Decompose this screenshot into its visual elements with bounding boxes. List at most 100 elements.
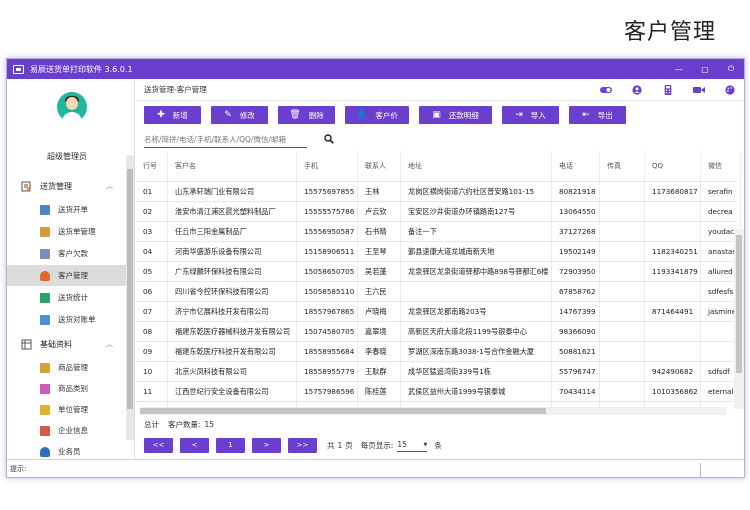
first-page-button[interactable]: << (144, 437, 173, 453)
sidebar-item-arrears[interactable]: 客户欠款 (7, 243, 127, 264)
column-header[interactable]: 行号 (136, 151, 168, 181)
table-cell (600, 262, 645, 281)
customer-icon (40, 270, 50, 281)
table-cell: 山东承轩瑞门业有限公司 (168, 182, 297, 201)
sidebar-item-salesperson[interactable]: 业务员 (7, 441, 127, 459)
table-row[interactable]: 02 淮安市清江浦区晨光塑料制品厂 15555575786 卢云钦 宝安区沙井街道办环镇… (136, 201, 741, 221)
sidebar-item-statement[interactable]: 送货对账单 (7, 309, 127, 330)
customer-price-button[interactable]: 👤 客户价 (345, 106, 409, 124)
chevron-up-icon[interactable]: ︿ (106, 181, 113, 191)
sidebar-group-delivery[interactable]: 送货管理 ︿ (7, 175, 127, 197)
statement-icon (40, 314, 50, 325)
table-cell (600, 302, 645, 321)
table-cell: 02 (136, 202, 168, 221)
table-row[interactable]: 04 河南华盛游乐设备有限公司 15158906511 王至琴 鄞县速康大道龙城南新天地… (136, 241, 741, 261)
add-button[interactable]: ✚ 新增 (144, 106, 201, 124)
user-name: 超级管理员 (47, 152, 87, 161)
table-cell (600, 342, 645, 361)
search-input[interactable] (144, 132, 307, 148)
calculator-icon[interactable] (662, 84, 674, 95)
sidebar-item-delivery-list[interactable]: 送货单管理 (7, 221, 127, 242)
summary-total-label: 总计 (144, 419, 159, 429)
table-cell: 鄞县速康大道龙城南新天地 (401, 242, 552, 261)
table-cell: 王林 (358, 182, 401, 201)
document-edit-icon (21, 181, 32, 191)
table-row[interactable]: 05 广东绿麟环保科技有限公司 15058650705 吴若蓬 龙泉驿区龙泉街道驿都中路… (136, 261, 741, 281)
sidebar-item-statistics[interactable]: 送货统计 (7, 287, 127, 308)
table-cell (645, 222, 701, 241)
column-header[interactable]: 联系人 (358, 151, 401, 181)
table-cell: 石书晴 (358, 222, 401, 241)
table-cell: 18558955779 (297, 362, 358, 381)
close-button[interactable]: ⏻ (718, 59, 744, 79)
table-row[interactable]: 10 北京火凤科技有限公司 18558955779 王耿群 成华区猛追湾街339号1栋 5… (136, 361, 741, 381)
table-cell: 15058650705 (297, 262, 358, 281)
sidebar-item-company[interactable]: 企业信息 (7, 420, 127, 441)
column-header[interactable]: QQ (645, 151, 701, 181)
per-page-select[interactable]: 15 ▼ (397, 439, 428, 452)
column-header[interactable]: 地址 (401, 151, 552, 181)
sidebar-item-delivery-create[interactable]: 送货开单 (7, 199, 127, 220)
column-header[interactable]: 微信 (701, 151, 741, 181)
chevron-up-icon[interactable]: ︿ (106, 339, 113, 349)
column-header[interactable]: 客户名 (168, 151, 297, 181)
table-cell: 高新区天府大道北段1199号银泰中心 (401, 322, 552, 341)
sidebar-item-customers[interactable]: 客户管理 (7, 265, 127, 286)
sidebar-group-base-data[interactable]: 基础资料 ︿ (7, 333, 127, 355)
sidebar-item-categories[interactable]: 商品类别 (7, 378, 127, 399)
table-cell: 龙泉驿区龙都南路203号 (401, 302, 552, 321)
total-pages-prefix: 共 (327, 440, 335, 450)
next-page-button[interactable]: > (252, 437, 281, 453)
window-title: 易辰送货单打印软件 3.6.0.1 (30, 64, 133, 74)
puzzle-icon (40, 404, 50, 415)
table-cell (600, 282, 645, 301)
table-row[interactable]: 08 福建东乾医疗器械科技开发有限公司 15074580705 嘉翠境 高新区天府大道北… (136, 321, 741, 341)
maximize-button[interactable]: ▢ (692, 59, 718, 79)
table-row[interactable]: 09 福建东乾医疗科技开发有限公司 18558955684 李春晓 罗湖区深南东路303… (136, 341, 741, 361)
current-page-button[interactable]: 1 (216, 437, 245, 453)
table-vertical-scrollbar[interactable] (734, 229, 744, 409)
prev-page-button[interactable]: < (180, 437, 209, 453)
column-header[interactable]: 传真 (600, 151, 645, 181)
edit-button[interactable]: ✎ 修改 (211, 106, 268, 124)
table-cell: 1010356862 (645, 382, 701, 401)
customer-table: 行号 客户名 手机 联系人 地址 电话 传真 QQ 微信 01 山东承轩瑞门业有限… (136, 151, 744, 409)
table-cell: 宝安区沙井街道办环镇路南127号 (401, 202, 552, 221)
sidebar-item-products[interactable]: 商品管理 (7, 357, 127, 378)
column-header[interactable]: 电话 (552, 151, 600, 181)
palette-icon[interactable] (724, 84, 736, 95)
toggle-icon[interactable] (600, 85, 612, 95)
minimize-button[interactable]: — (666, 59, 692, 79)
last-page-button[interactable]: >> (288, 437, 317, 453)
table-cell (645, 342, 701, 361)
table-row[interactable]: 07 济宁市亿展科技开发有限公司 18557967865 卢晓梅 龙泉驿区龙都南路203… (136, 301, 741, 321)
repayment-detail-button[interactable]: ▣ 还款明细 (419, 106, 492, 124)
table-cell: 15556950587 (297, 222, 358, 241)
sidebar-scrollbar[interactable] (126, 155, 134, 440)
import-button[interactable]: ⇥ 导入 (502, 106, 559, 124)
delete-button[interactable]: 🗑 删除 (278, 106, 335, 124)
column-header[interactable]: 手机 (297, 151, 358, 181)
user-icon[interactable] (631, 84, 643, 95)
table-row[interactable]: 03 任丘市三阳金属制品厂 15556950587 石书晴 备注一下 37127268 yo… (136, 221, 741, 241)
table-cell: 70434114 (552, 382, 600, 401)
table-cell: 15074580705 (297, 322, 358, 341)
table-row[interactable]: 01 山东承轩瑞门业有限公司 15575697855 王林 龙岗区横岗街道六约社区普安路… (136, 181, 741, 201)
grid-list-icon (21, 339, 32, 349)
search-icon[interactable] (324, 134, 334, 144)
sidebar-group-label: 送货管理 (40, 181, 72, 191)
table-horizontal-scrollbar[interactable] (140, 407, 726, 415)
table-cell: 王耿群 (358, 362, 401, 381)
table-cell: 55796747 (552, 362, 600, 381)
export-button[interactable]: ⇤ 导出 (569, 106, 626, 124)
table-cell: 06 (136, 282, 168, 301)
main-panel: 送货管理-客户管理 ✚ 新增 ✎ 修改 🗑 删除 👤 客户价 ▣ 还款明细 ⇥ 导入 ⇤ 导出… (136, 79, 744, 459)
table-cell: 罗湖区深南东路3038-1号合作金融大厦 (401, 342, 552, 361)
sidebar-item-units[interactable]: 单位管理 (7, 399, 127, 420)
video-camera-icon[interactable] (693, 85, 705, 95)
sidebar-group-label: 基础资料 (40, 339, 72, 349)
table-row[interactable]: 11 江西世纪行安全设备有限公司 15757986596 陈桂莲 武侯区益州大道1999… (136, 381, 741, 401)
table-row[interactable]: 06 四川省今控环保科技有限公司 15058585110 王六民 67858762 sdf… (136, 281, 741, 301)
table-cell: 任丘市三阳金属制品厂 (168, 222, 297, 241)
table-cell: 37127268 (552, 222, 600, 241)
